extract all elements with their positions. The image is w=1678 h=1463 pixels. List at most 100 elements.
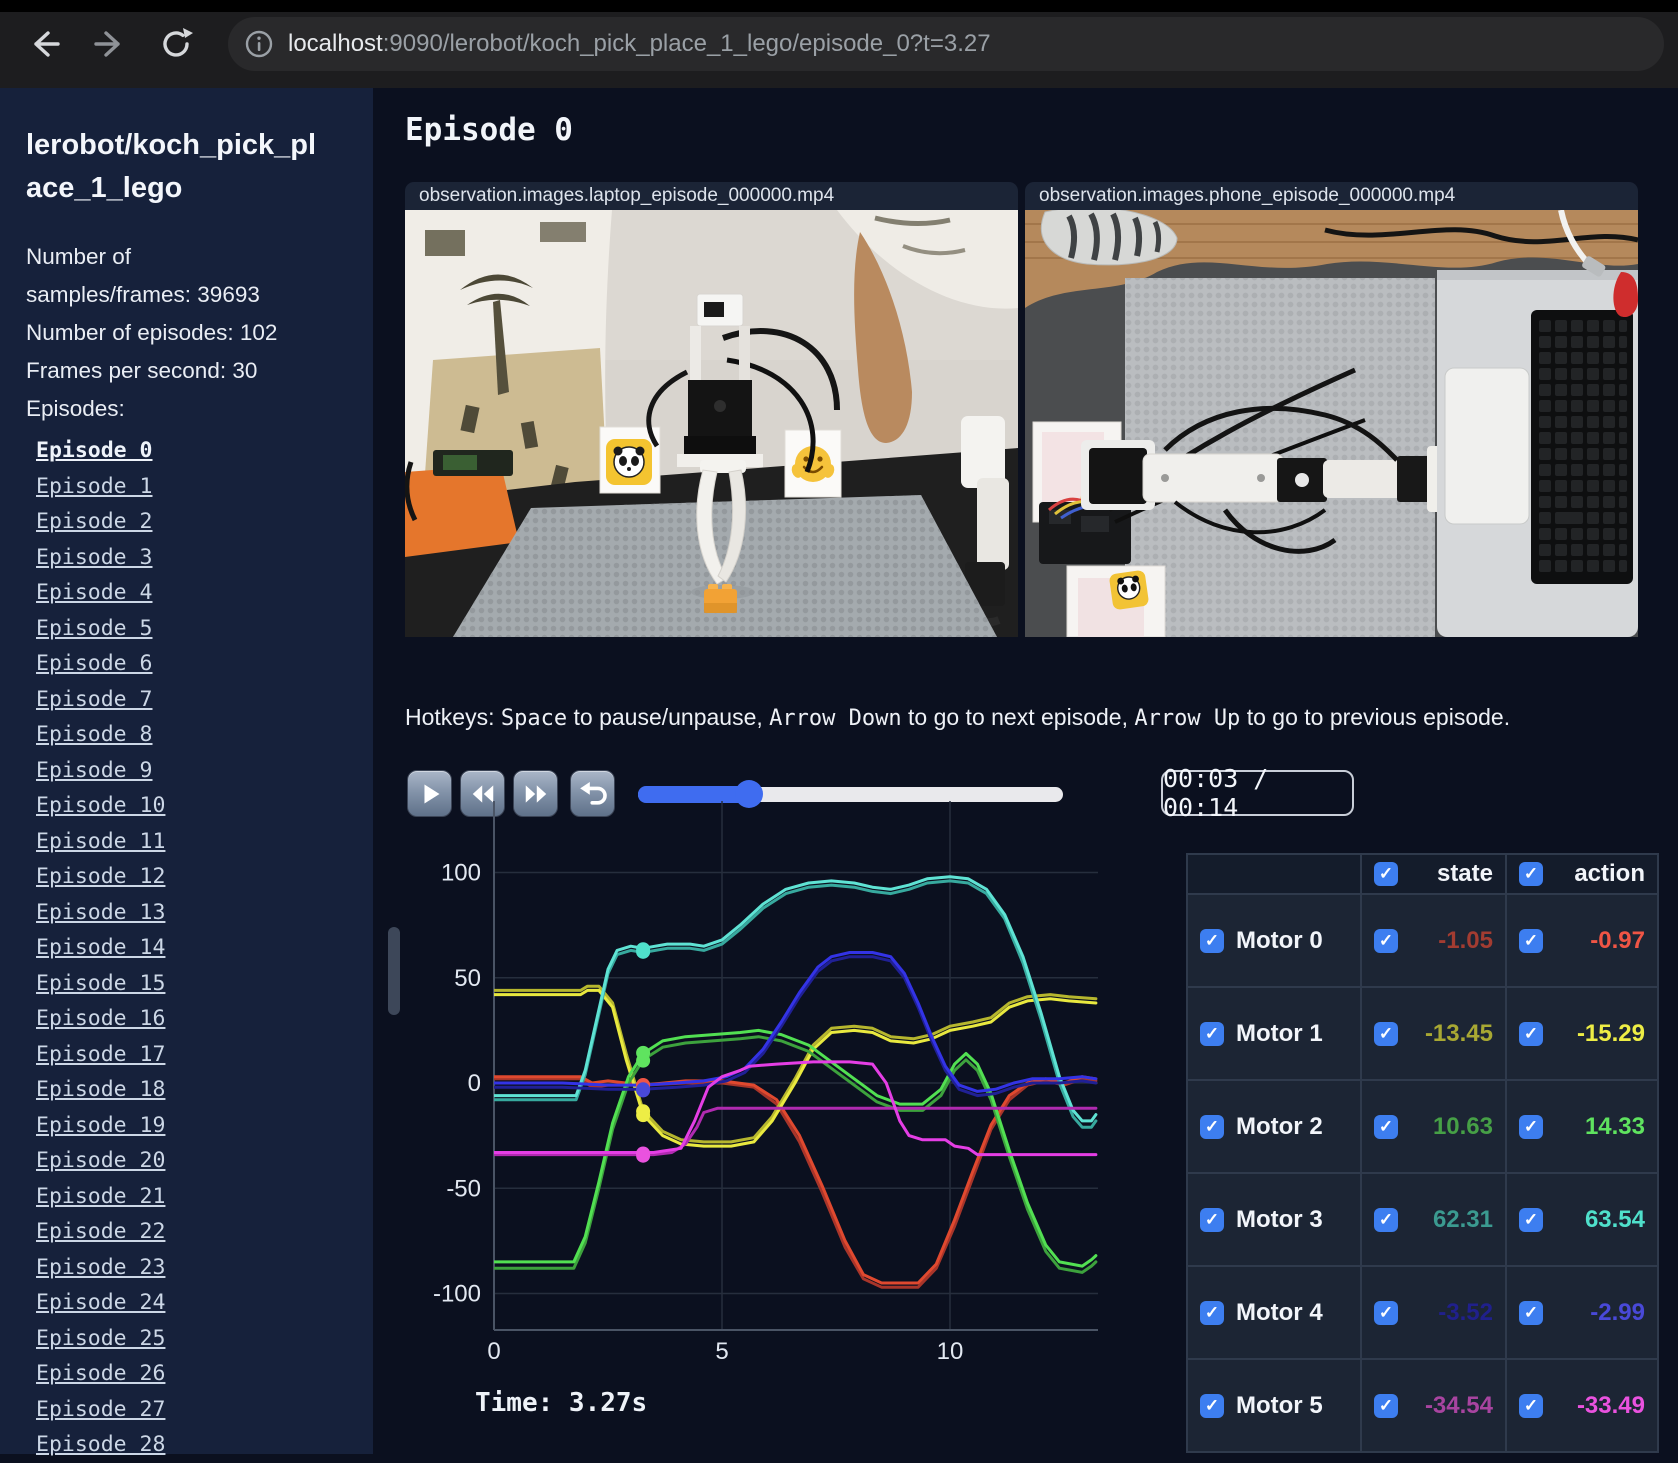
motor-state-cell: ✓ -13.45 [1361, 987, 1506, 1080]
sidebar-episode-link[interactable]: Episode 26 [36, 1356, 165, 1392]
sidebar-episode-link[interactable]: Episode 4 [36, 575, 165, 611]
motor-state-value: -34.54 [1424, 1391, 1493, 1419]
motor-table: ✓ state ✓ action ✓ Motor 0 ✓ -1.05 ✓ -0.97 ✓ Mo… [1186, 853, 1659, 1453]
motor-row-checkbox[interactable]: ✓ [1200, 1207, 1224, 1232]
motor-row-checkbox[interactable]: ✓ [1200, 1300, 1224, 1325]
episode-list: Episode 0 Episode 1 Episode 2 Episode 3 Epis… [36, 433, 165, 1463]
video-frame-phone[interactable] [1025, 210, 1638, 637]
url-bar[interactable]: localhost:9090/lerobot/koch_pick_place_1… [228, 17, 1664, 71]
motor-state-value: -13.45 [1424, 1019, 1493, 1047]
motor-action-checkbox[interactable]: ✓ [1519, 1300, 1543, 1325]
scrollbar-thumb[interactable] [388, 927, 400, 1015]
svg-text:10: 10 [937, 1338, 964, 1365]
sidebar-episode-link[interactable]: Episode 7 [36, 682, 165, 718]
video-frame-laptop[interactable] [405, 210, 1018, 637]
hotkeys-segment: Arrow Up [1134, 706, 1241, 731]
sidebar-episode-link[interactable]: Episode 20 [36, 1143, 165, 1179]
chart-time-label: Time: 3.27s [475, 1388, 648, 1418]
url-text[interactable]: localhost:9090/lerobot/koch_pick_place_1… [288, 30, 991, 58]
sidebar-episode-link[interactable]: Episode 22 [36, 1214, 165, 1250]
motor-action-checkbox[interactable]: ✓ [1519, 1207, 1543, 1232]
motor-label: Motor 0 [1236, 926, 1323, 954]
motor-action-checkbox[interactable]: ✓ [1519, 928, 1543, 953]
sidebar-episode-link[interactable]: Episode 28 [36, 1427, 165, 1463]
state-column-checkbox[interactable]: ✓ [1374, 862, 1398, 886]
motor-table-row: ✓ Motor 2 ✓ 10.63 ✓ 14.33 [1187, 1080, 1658, 1173]
sidebar-episode-link[interactable]: Episode 24 [36, 1285, 165, 1321]
sidebar-episode-link[interactable]: Episode 17 [36, 1037, 165, 1073]
sidebar-episode-link[interactable]: Episode 2 [36, 504, 165, 540]
motor-row-checkbox[interactable]: ✓ [1200, 1393, 1224, 1418]
sidebar-episode-link[interactable]: Episode 8 [36, 717, 165, 753]
hotkeys-help: Hotkeys: Space to pause/unpause, Arrow D… [405, 704, 1510, 731]
motor-state-checkbox[interactable]: ✓ [1374, 1300, 1398, 1325]
motor-state-cell: ✓ 10.63 [1361, 1080, 1506, 1173]
header-empty-cell [1187, 854, 1361, 894]
motor-table-body: ✓ Motor 0 ✓ -1.05 ✓ -0.97 ✓ Motor 1 ✓ -13.45 ✓ -15.… [1187, 894, 1658, 1452]
sidebar-episode-link[interactable]: Episode 0 [36, 433, 165, 469]
sidebar-episode-link[interactable]: Episode 27 [36, 1392, 165, 1428]
motor-name-cell: ✓ Motor 1 [1187, 987, 1361, 1080]
motor-action-checkbox[interactable]: ✓ [1519, 1114, 1543, 1139]
motor-row-checkbox[interactable]: ✓ [1200, 928, 1224, 953]
motor-table-row: ✓ Motor 1 ✓ -13.45 ✓ -15.29 [1187, 987, 1658, 1080]
motor-name-cell: ✓ Motor 4 [1187, 1266, 1361, 1359]
motor-action-value: 14.33 [1584, 1112, 1645, 1140]
sidebar-episode-link[interactable]: Episode 14 [36, 930, 165, 966]
motor-state-checkbox[interactable]: ✓ [1374, 928, 1398, 953]
browser-reload-icon[interactable] [156, 24, 196, 64]
motor-row-checkbox[interactable]: ✓ [1200, 1114, 1224, 1139]
sidebar-episode-link[interactable]: Episode 5 [36, 611, 165, 647]
sidebar: lerobot/koch_pick_place_1_lego Number of… [0, 88, 373, 1457]
site-info-icon[interactable] [244, 29, 274, 59]
chart-svg[interactable]: 100 50 0 -50 -100 0 5 10 [405, 795, 1100, 1425]
sidebar-episode-link[interactable]: Episode 10 [36, 788, 165, 824]
browser-chrome: localhost:9090/lerobot/koch_pick_place_1… [0, 0, 1678, 88]
svg-text:100: 100 [441, 860, 481, 887]
action-column-checkbox[interactable]: ✓ [1519, 862, 1543, 886]
sidebar-episode-link[interactable]: Episode 13 [36, 895, 165, 931]
sidebar-episode-link[interactable]: Episode 23 [36, 1250, 165, 1286]
motor-label: Motor 5 [1236, 1391, 1323, 1419]
sidebar-episode-link[interactable]: Episode 19 [36, 1108, 165, 1144]
motor-state-checkbox[interactable]: ✓ [1374, 1393, 1398, 1418]
sidebar-episode-link[interactable]: Episode 6 [36, 646, 165, 682]
motor-action-cell: ✓ -0.97 [1506, 894, 1658, 987]
motor-label: Motor 3 [1236, 1205, 1323, 1233]
state-column-label: state [1436, 860, 1493, 887]
motor-state-value: 10.63 [1432, 1112, 1493, 1140]
sidebar-episode-link[interactable]: Episode 1 [36, 469, 165, 505]
sidebar-episode-link[interactable]: Episode 3 [36, 540, 165, 576]
sidebar-episode-link[interactable]: Episode 12 [36, 859, 165, 895]
header-state-cell: ✓ state [1361, 854, 1506, 894]
window-top-strip [0, 0, 1678, 12]
main-content: Episode 0 observation.images.laptop_epis… [373, 88, 1678, 1454]
sidebar-episode-link[interactable]: Episode 11 [36, 824, 165, 860]
motor-state-checkbox[interactable]: ✓ [1374, 1021, 1398, 1046]
sidebar-episode-link[interactable]: Episode 21 [36, 1179, 165, 1215]
motor-action-value: 63.54 [1584, 1205, 1645, 1233]
video-title-phone: observation.images.phone_episode_000000.… [1025, 182, 1638, 210]
motor-state-value: -3.52 [1438, 1298, 1493, 1326]
browser-forward-icon[interactable] [90, 24, 130, 64]
sidebar-episode-link[interactable]: Episode 18 [36, 1072, 165, 1108]
sidebar-episode-link[interactable]: Episode 25 [36, 1321, 165, 1357]
motor-row-checkbox[interactable]: ✓ [1200, 1021, 1224, 1046]
episodes-label: Episodes: [26, 396, 125, 421]
sidebar-episode-link[interactable]: Episode 15 [36, 966, 165, 1002]
header-action-cell: ✓ action [1506, 854, 1658, 894]
motor-action-checkbox[interactable]: ✓ [1519, 1393, 1543, 1418]
stat-episodes: Number of episodes: 102 [26, 320, 278, 345]
motor-state-cell: ✓ 62.31 [1361, 1173, 1506, 1266]
svg-text:5: 5 [715, 1338, 728, 1365]
motor-action-cell: ✓ -2.99 [1506, 1266, 1658, 1359]
sidebar-episode-link[interactable]: Episode 9 [36, 753, 165, 789]
svg-text:-100: -100 [433, 1281, 481, 1308]
motor-state-checkbox[interactable]: ✓ [1374, 1114, 1398, 1139]
motor-action-checkbox[interactable]: ✓ [1519, 1021, 1543, 1046]
motor-state-cell: ✓ -34.54 [1361, 1359, 1506, 1452]
sidebar-episode-link[interactable]: Episode 16 [36, 1001, 165, 1037]
laptop-topdown [1437, 270, 1638, 637]
browser-back-icon[interactable] [24, 24, 64, 64]
motor-state-checkbox[interactable]: ✓ [1374, 1207, 1398, 1232]
